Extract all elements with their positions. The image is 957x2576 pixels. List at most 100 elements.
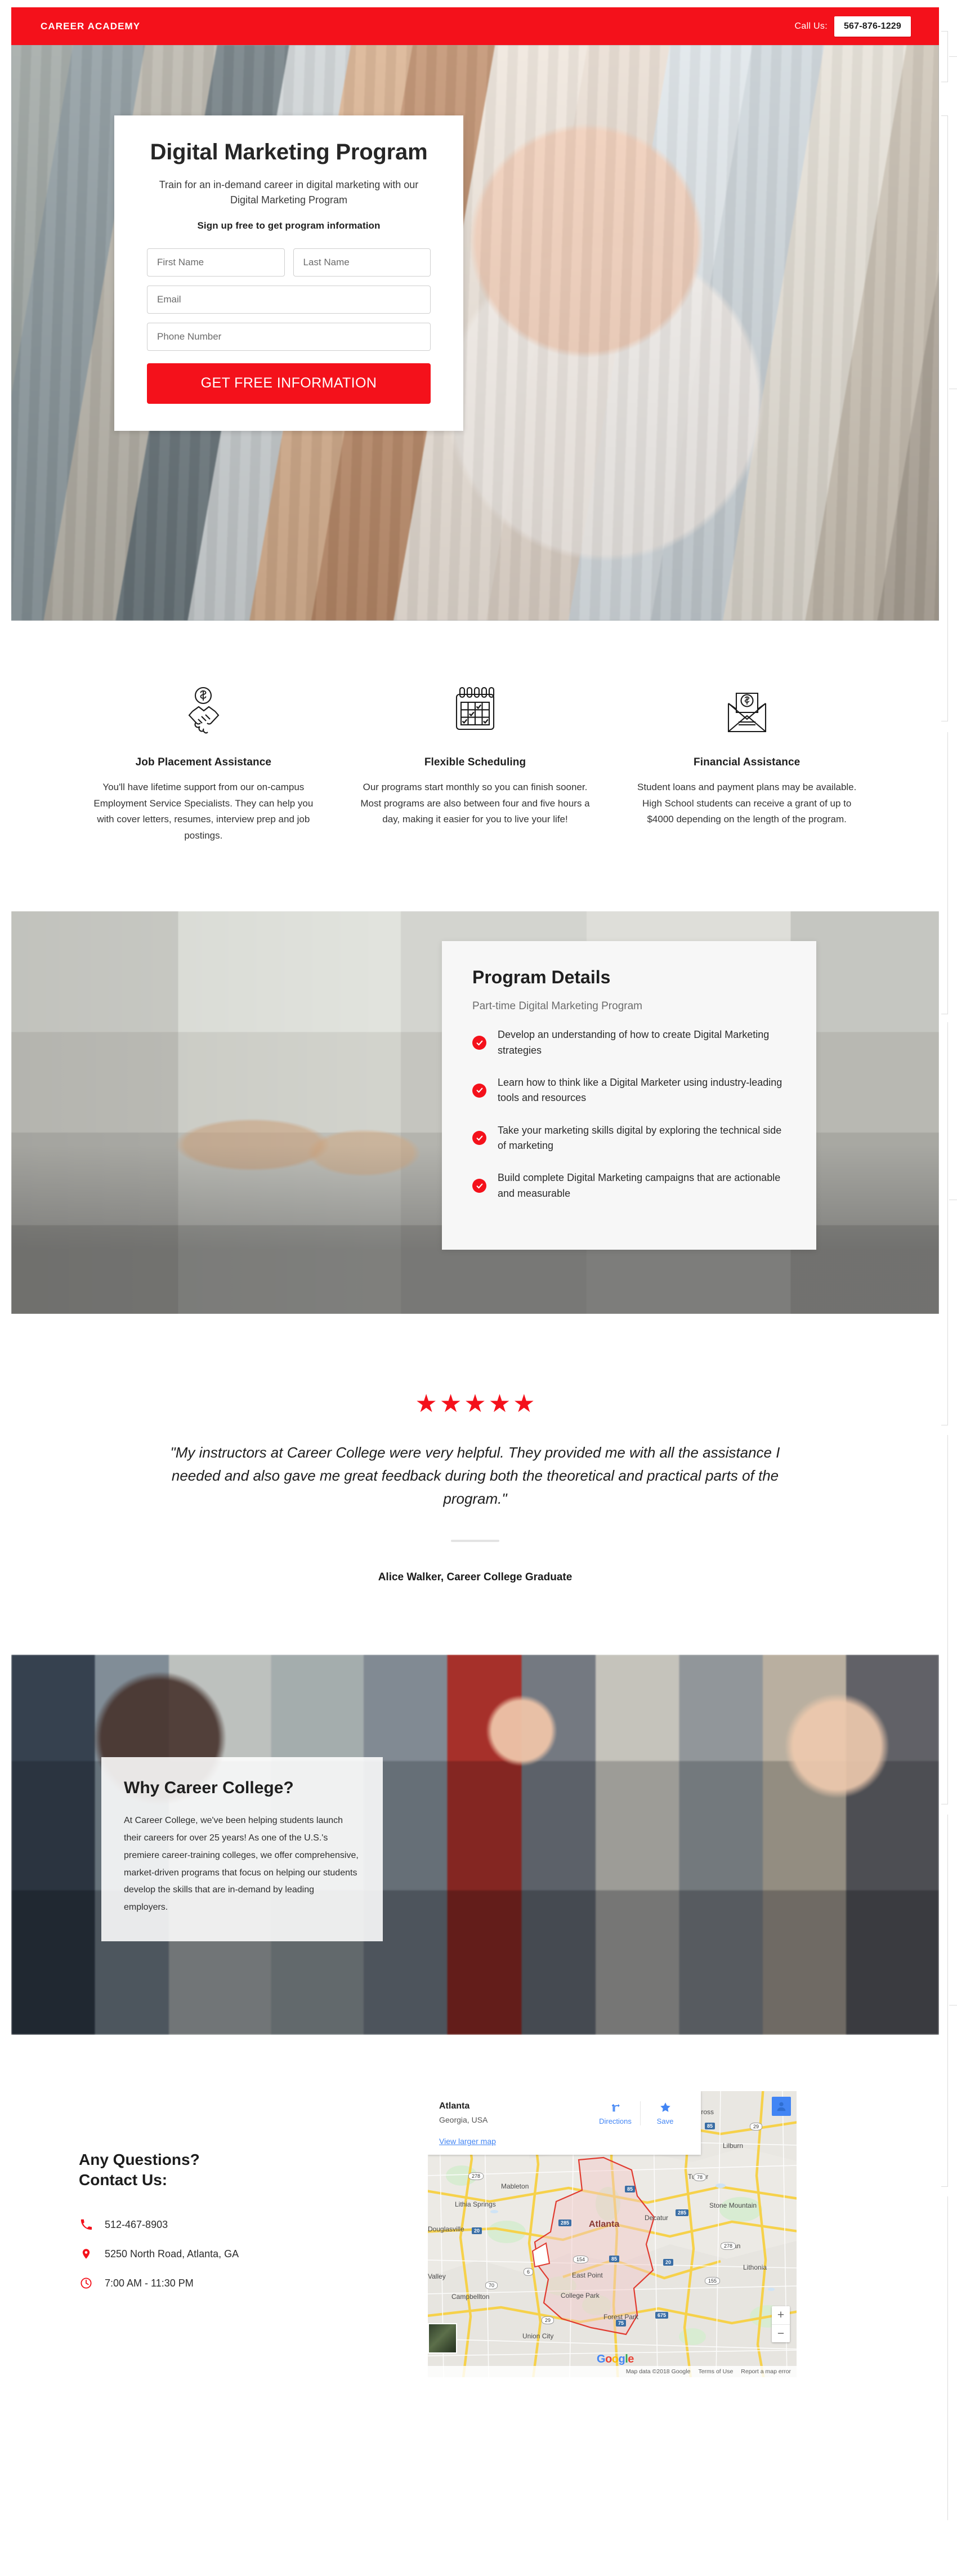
lead-form: GET FREE INFORMATION [147, 248, 431, 404]
phone-icon [79, 2217, 93, 2232]
email-input[interactable] [147, 285, 431, 314]
page-title: Digital Marketing Program [150, 140, 428, 164]
directions-icon [611, 2104, 620, 2112]
route-shield: 85 [705, 2123, 715, 2130]
contact-address-value: 5250 North Road, Atlanta, GA [105, 2248, 239, 2259]
feature-job-placement: Job Placement Assistance You'll have lif… [68, 685, 339, 844]
map-directions-button[interactable]: Directions [591, 2101, 640, 2125]
section-edge-markers [941, 0, 957, 2576]
contact-heading-line1: Any Questions? [79, 2151, 200, 2169]
list-item: Develop an understanding of how to creat… [472, 1027, 786, 1058]
route-marker: 278 [468, 2172, 484, 2181]
route-shield: 85 [609, 2256, 620, 2263]
program-title: Program Details [472, 967, 611, 988]
map-label: Lithia Springs [455, 2200, 496, 2209]
map-save-button[interactable]: Save [640, 2101, 690, 2126]
hero-subtitle: Train for an in-demand career in digital… [159, 179, 419, 206]
route-marker: 29 [750, 2123, 763, 2131]
star-icon: ★ [488, 1390, 511, 1418]
signup-note: Sign up free to get program information [197, 220, 381, 231]
map-satellite-thumbnail[interactable] [428, 2323, 457, 2354]
zoom-out-button[interactable]: − [772, 2324, 790, 2342]
map-info-top: Atlanta Georgia, USA Directions Save [439, 2101, 690, 2126]
program-benefit-text: Take your marketing skills digital by ex… [498, 1124, 782, 1151]
why-text: At Career College, we've been helping st… [124, 1816, 359, 1913]
testimonial-quote: "My instructors at Career College were v… [170, 1444, 780, 1508]
feature-title: Job Placement Assistance [135, 756, 272, 768]
program-benefit-text: Develop an understanding of how to creat… [498, 1029, 770, 1056]
features-section: Job Placement Assistance You'll have lif… [11, 621, 939, 912]
first-name-input[interactable] [147, 248, 285, 277]
why-title: Why Career College? [124, 1779, 294, 1798]
route-shield: 20 [663, 2259, 674, 2266]
map-label: Lilburn [723, 2142, 744, 2150]
map-actions: Directions Save [591, 2101, 690, 2126]
get-free-information-button[interactable]: GET FREE INFORMATION [147, 363, 431, 404]
map-label: College Park [561, 2292, 600, 2300]
map-zoom-controls[interactable]: + − [772, 2306, 790, 2343]
call-us-label: Call Us: [794, 21, 828, 31]
header-phone-button[interactable]: 567-876-1229 [834, 16, 911, 37]
calendar-check-icon [359, 685, 592, 737]
contact-info: Any Questions? Contact Us: 512-467-8903 [79, 2091, 394, 2305]
route-shield: 75 [616, 2320, 627, 2327]
route-shield: 285 [676, 2209, 689, 2217]
last-name-input[interactable] [293, 248, 431, 277]
route-marker: 78 [694, 2173, 706, 2182]
program-details-card: Program Details Part-time Digital Market… [442, 941, 816, 1250]
rating-stars: ★ ★ ★ ★ ★ [158, 1392, 793, 1416]
star-icon: ★ [513, 1390, 535, 1418]
route-shield: 285 [558, 2220, 572, 2227]
feature-financial-assistance: Financial Assistance Student loans and p… [611, 685, 883, 844]
route-marker: 155 [705, 2277, 721, 2285]
contact-heading-line2: Contact Us: [79, 2171, 168, 2189]
feature-flexible-scheduling: Flexible Scheduling Our programs start m… [339, 685, 611, 844]
feature-title: Financial Assistance [694, 756, 801, 768]
program-benefit-text: Build complete Digital Marketing campaig… [498, 1172, 781, 1199]
lead-capture-card: Digital Marketing Program Train for an i… [114, 115, 463, 431]
map-attribution: Map data ©2018 Google [625, 2368, 691, 2376]
why-section: Why Career College? At Career College, w… [11, 1655, 939, 2035]
route-marker: 70 [485, 2281, 498, 2290]
list-item[interactable]: 5250 North Road, Atlanta, GA [79, 2247, 394, 2261]
map-terms-link[interactable]: Terms of Use [698, 2368, 733, 2375]
route-marker: 154 [573, 2256, 589, 2264]
envelope-dollar-icon [630, 685, 864, 737]
view-larger-map-link[interactable]: View larger map [439, 2137, 690, 2146]
feature-title: Flexible Scheduling [424, 756, 526, 768]
feature-text: Our programs start monthly so you can fi… [360, 782, 590, 825]
program-subtitle: Part-time Digital Marketing Program [472, 1000, 642, 1013]
contact-detail-list: 512-467-8903 5250 North Road, Atlanta, G… [79, 2217, 394, 2290]
list-item[interactable]: 512-467-8903 [79, 2217, 394, 2232]
program-details-section: Program Details Part-time Digital Market… [11, 911, 939, 1314]
avatar[interactable] [772, 2097, 791, 2116]
map-label: Decatur [645, 2214, 669, 2222]
hero-section: Digital Marketing Program Train for an i… [11, 45, 939, 621]
handshake-dollar-icon [87, 685, 320, 737]
list-item: Learn how to think like a Digital Market… [472, 1075, 786, 1106]
map-widget[interactable]: Atlanta Norcross Lilburn Tucker Stone Mo… [428, 2091, 797, 2378]
list-item: Build complete Digital Marketing campaig… [472, 1170, 786, 1201]
check-icon [472, 1036, 486, 1050]
map-place-name: Atlanta [439, 2101, 470, 2111]
map-info-card: Atlanta Georgia, USA Directions Save Vie… [428, 2091, 701, 2155]
check-icon [472, 1131, 486, 1146]
feature-text: Student loans and payment plans may be a… [637, 782, 857, 825]
divider [451, 1540, 499, 1543]
site-header: CAREER ACADEMY Call Us: 567-876-1229 [11, 7, 939, 45]
star-icon [660, 2102, 670, 2113]
brand-logo[interactable]: CAREER ACADEMY [41, 21, 140, 32]
route-shield: 20 [472, 2227, 482, 2235]
zoom-in-button[interactable]: + [772, 2306, 790, 2324]
check-icon [472, 1083, 486, 1098]
map-report-link[interactable]: Report a map error [741, 2368, 791, 2375]
name-row [147, 248, 431, 286]
check-icon [472, 1179, 486, 1193]
map-label: Union City [522, 2332, 554, 2341]
testimonial-attribution: Alice Walker, Career College Graduate [378, 1571, 573, 1584]
testimonial-section: ★ ★ ★ ★ ★ "My instructors at Career Coll… [11, 1314, 939, 1655]
route-marker: 29 [542, 2316, 554, 2325]
why-card: Why Career College? At Career College, w… [101, 1757, 383, 1941]
contact-section: Any Questions? Contact Us: 512-467-8903 [11, 2035, 939, 2462]
phone-input[interactable] [147, 322, 431, 351]
